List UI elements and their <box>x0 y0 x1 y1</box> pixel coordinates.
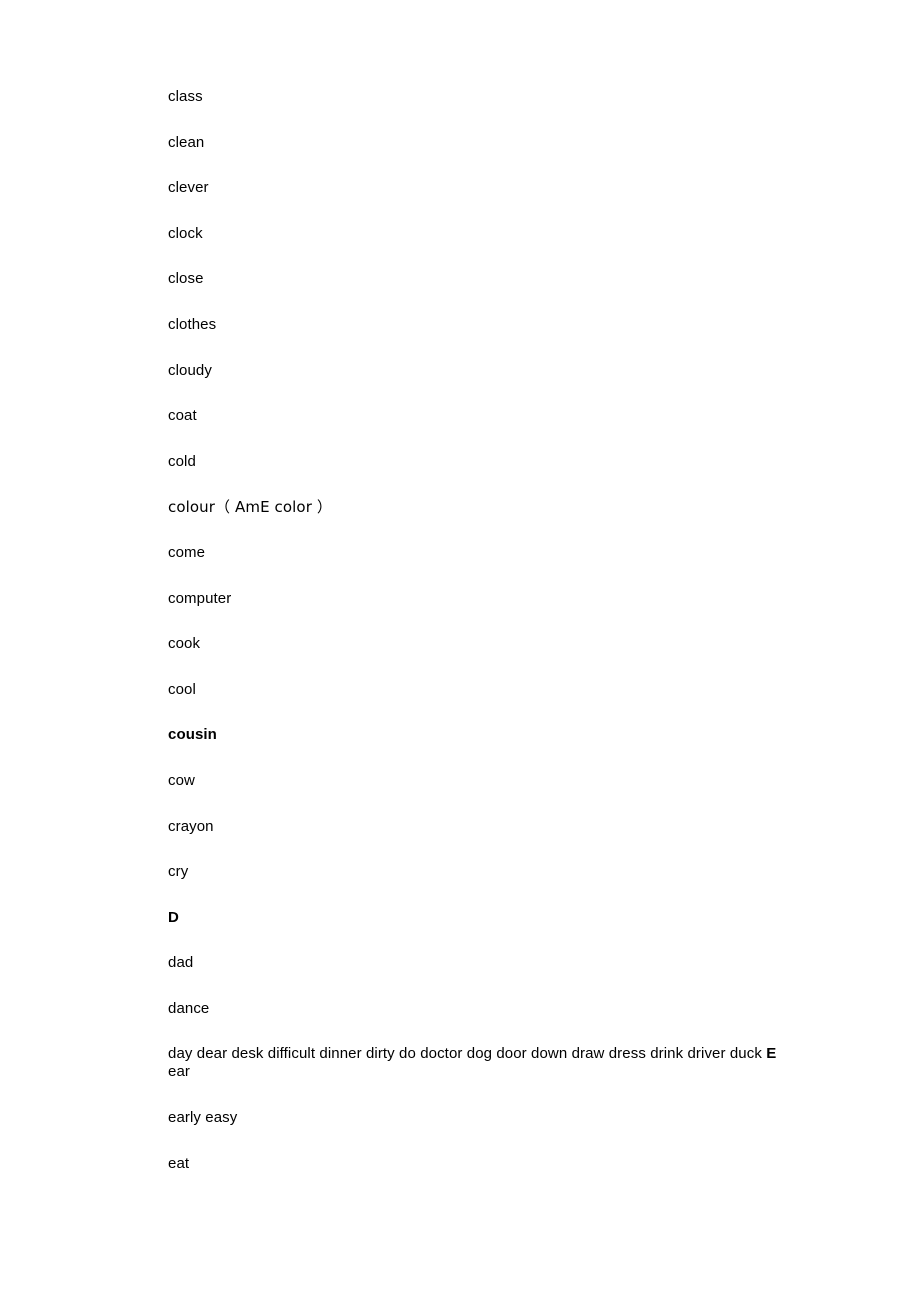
word-entry-coat: coat <box>168 407 197 425</box>
word-entry-crayon: crayon <box>168 817 214 835</box>
word-entry-colour: colour（ AmE color ） <box>168 498 332 517</box>
word-entry-close: close <box>168 270 204 288</box>
word-entry-class: class <box>168 88 203 105</box>
word-entry-cousin: cousin <box>168 726 217 744</box>
word-entry-computer: computer <box>168 589 232 607</box>
word-entry-dance: dance <box>168 999 210 1017</box>
word-list-body: class clean clever clock close clothes c… <box>168 88 808 1173</box>
word-entry-clean: clean <box>168 133 205 151</box>
section-heading-e: E <box>766 1045 777 1063</box>
word-entry-clock: clock <box>168 224 203 242</box>
word-entry-cow: cow <box>168 771 195 789</box>
word-entry-eat: eat <box>168 1154 190 1172</box>
word-entry-cook: cook <box>168 635 201 653</box>
run-on-words-d: day dear desk difficult dinner dirty do … <box>168 1045 767 1063</box>
word-entry-early-easy: early easy <box>168 1109 238 1127</box>
run-on-words-e: ear <box>168 1063 190 1081</box>
word-entry-cry: cry <box>168 863 189 881</box>
word-entry-cool: cool <box>168 680 196 698</box>
document-page: class clean clever clock close clothes c… <box>0 0 920 1303</box>
word-entry-come: come <box>168 543 206 561</box>
word-run-on-line: day dear desk difficult dinner dirty do … <box>168 1045 793 1081</box>
section-heading-d: D <box>168 908 179 926</box>
word-entry-cold: cold <box>168 452 196 470</box>
word-entry-clothes: clothes <box>168 315 217 333</box>
word-entry-dad: dad <box>168 954 194 972</box>
word-entry-cloudy: cloudy <box>168 361 212 379</box>
word-entry-clever: clever <box>168 179 209 197</box>
